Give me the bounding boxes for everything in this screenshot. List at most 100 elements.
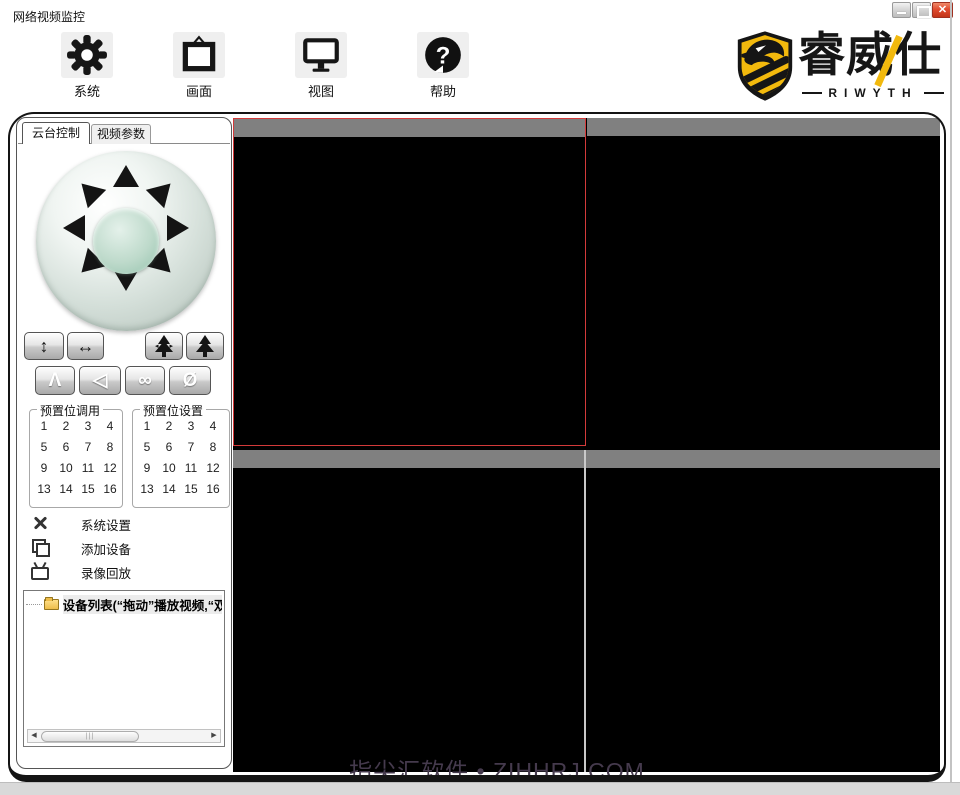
preset-call-number[interactable]: 7 — [77, 439, 99, 455]
focus-far-button[interactable]: ∞ — [125, 366, 165, 395]
preset-set-group: 预置位设置 1 2 3 4 5 6 7 8 9 10 11 12 13 14 15 16 — [132, 402, 230, 508]
preset-set-number[interactable]: 6 — [158, 439, 180, 455]
preset-set-number[interactable]: 10 — [158, 460, 180, 476]
ptz-up-right-arrow[interactable] — [145, 174, 180, 209]
tree-zoom-in-icon — [195, 335, 215, 357]
preset-set-number[interactable]: 15 — [180, 481, 202, 497]
menu-item-system-settings[interactable]: 系统设置 — [25, 512, 225, 534]
toolbar-button-system[interactable]: 系统 — [58, 32, 116, 100]
preset-set-number[interactable]: 8 — [202, 439, 224, 455]
iris-open-icon: Λ — [48, 370, 62, 391]
window-title: 网络视频监控 — [13, 10, 86, 24]
preset-set-number[interactable]: 11 — [180, 460, 202, 476]
tilt-button[interactable]: ↕ — [24, 332, 64, 360]
menu-label-add-device: 添加设备 — [81, 543, 132, 557]
ptz-right-arrow[interactable] — [167, 215, 189, 241]
preset-set-number[interactable]: 12 — [202, 460, 224, 476]
device-tree-root[interactable]: 设备列表(“拖动”播放视频,“双 — [26, 594, 222, 614]
pan-button[interactable]: ↔ — [67, 332, 104, 360]
device-tree-root-label: 设备列表(“拖动”播放视频,“双 — [62, 594, 222, 614]
menu-item-add-device[interactable]: 添加设备 — [25, 536, 225, 558]
svg-text:?: ? — [436, 42, 451, 69]
ptz-center-knob[interactable] — [93, 208, 159, 274]
iris-close-icon: Ø — [182, 370, 198, 391]
horizontal-scrollbar[interactable]: ◀ ▶ — [27, 729, 221, 743]
picture-frame-icon — [173, 32, 225, 78]
preset-call-grid: 1 2 3 4 5 6 7 8 9 10 11 12 13 14 15 16 — [33, 418, 121, 497]
preset-call-number[interactable]: 15 — [77, 481, 99, 497]
preset-call-number[interactable]: 13 — [33, 481, 55, 497]
scroll-right-arrow[interactable]: ▶ — [208, 730, 220, 742]
preset-set-number[interactable]: 9 — [136, 460, 158, 476]
preset-set-number[interactable]: 14 — [158, 481, 180, 497]
preset-set-number[interactable]: 4 — [202, 418, 224, 434]
preset-call-number[interactable]: 16 — [99, 481, 121, 497]
crossed-tools-icon — [32, 515, 48, 531]
iris-open-button[interactable]: Λ — [35, 366, 75, 395]
menu-item-playback[interactable]: 录像回放 — [25, 560, 225, 582]
focus-near-button[interactable]: ◁ — [79, 366, 121, 395]
tab-video-params[interactable]: 视频参数 — [91, 124, 151, 144]
ptz-up-left-arrow[interactable] — [72, 174, 107, 209]
preset-set-number[interactable]: 13 — [136, 481, 158, 497]
brand-subtitle-text: RIWYTH — [828, 86, 918, 100]
window-right-edge — [950, 0, 952, 783]
focus-far-icon: ∞ — [138, 370, 152, 391]
zoom-in-button[interactable] — [186, 332, 224, 360]
panel-divider — [584, 450, 586, 772]
preset-call-number[interactable]: 11 — [77, 460, 99, 476]
video-grid: 指尖汇软件 • ZIHHRJ.COM — [233, 118, 940, 775]
toolbar-label-system: 系统 — [73, 84, 100, 99]
tab-ptz-control[interactable]: 云台控制 — [22, 122, 90, 144]
brand-subtitle: RIWYTH — [798, 86, 948, 100]
preset-call-number[interactable]: 14 — [55, 481, 77, 497]
preset-call-number[interactable]: 4 — [99, 418, 121, 434]
help-question-icon: ? — [417, 32, 469, 78]
maximize-button[interactable] — [912, 2, 931, 18]
video-panel-4[interactable] — [586, 450, 940, 772]
toolbar-label-view: 视图 — [307, 84, 334, 99]
video-panel-3[interactable] — [233, 450, 584, 772]
device-tree-box: 设备列表(“拖动”播放视频,“双 ◀ ▶ — [23, 590, 225, 747]
tv-icon — [31, 567, 49, 580]
toolbar-button-screen[interactable]: 画面 — [170, 32, 228, 100]
toolbar-button-view[interactable]: 视图 — [292, 32, 350, 100]
video-panel-2[interactable] — [587, 118, 940, 446]
window-bottom-edge — [0, 782, 960, 795]
zoom-out-button[interactable]: ◂ ▸ — [145, 332, 183, 360]
focus-near-icon: ◁ — [92, 370, 108, 391]
preset-call-number[interactable]: 10 — [55, 460, 77, 476]
ptz-up-arrow[interactable] — [113, 165, 139, 187]
toolbar-button-help[interactable]: ? 帮助 — [414, 32, 472, 100]
preset-call-number[interactable]: 6 — [55, 439, 77, 455]
preset-set-number[interactable]: 16 — [202, 481, 224, 497]
preset-call-number[interactable]: 3 — [77, 418, 99, 434]
layered-squares-icon — [32, 539, 50, 557]
video-panel-1-titlebar — [234, 119, 585, 137]
folder-icon — [43, 596, 59, 610]
preset-set-number[interactable]: 7 — [180, 439, 202, 455]
preset-set-number[interactable]: 1 — [136, 418, 158, 434]
preset-call-title: 预置位调用 — [37, 402, 104, 419]
preset-set-number[interactable]: 5 — [136, 439, 158, 455]
video-panel-1-selected[interactable] — [233, 118, 586, 446]
ptz-left-arrow[interactable] — [63, 215, 85, 241]
preset-call-number[interactable]: 5 — [33, 439, 55, 455]
tree-zoom-out-icon: ◂ ▸ — [154, 335, 174, 357]
preset-set-number[interactable]: 3 — [180, 418, 202, 434]
scroll-left-arrow[interactable]: ◀ — [28, 730, 40, 742]
preset-set-number[interactable]: 2 — [158, 418, 180, 434]
preset-set-title: 预置位设置 — [140, 402, 207, 419]
preset-call-group: 预置位调用 1 2 3 4 5 6 7 8 9 10 11 12 13 14 15 16 — [29, 402, 123, 508]
preset-call-number[interactable]: 12 — [99, 460, 121, 476]
gear-icon — [61, 32, 113, 78]
sidebar-panel: 云台控制 视频参数 ↕ ↔ ◂ ▸ Λ ◁ ∞ Ø 预置位调用 1 2 3 4 … — [16, 117, 232, 769]
preset-call-number[interactable]: 9 — [33, 460, 55, 476]
preset-call-number[interactable]: 1 — [33, 418, 55, 434]
ptz-wheel — [36, 151, 216, 331]
preset-call-number[interactable]: 8 — [99, 439, 121, 455]
preset-call-number[interactable]: 2 — [55, 418, 77, 434]
minimize-button[interactable] — [892, 2, 911, 18]
scrollbar-thumb[interactable] — [41, 731, 139, 742]
iris-close-button[interactable]: Ø — [169, 366, 211, 395]
